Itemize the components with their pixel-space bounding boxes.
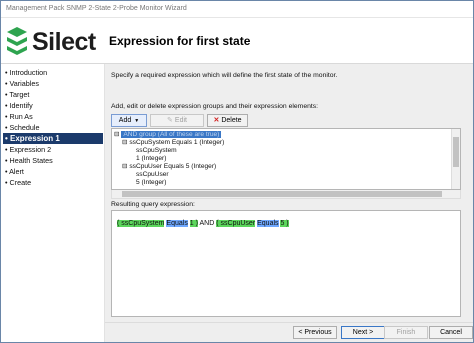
expr-token: 5 ) [280, 220, 289, 227]
expr-token: 1 ) [189, 220, 198, 227]
nav-item-introduction[interactable]: • Introduction [1, 67, 104, 78]
description-text: Specify a required expression which will… [111, 72, 338, 79]
title-bar: Management Pack SNMP 2-State 2-Probe Mon… [1, 1, 473, 18]
expr-token: Equals [166, 220, 188, 227]
expr-token: AND [199, 220, 215, 227]
scrollbar-thumb[interactable] [122, 191, 442, 197]
nav-item-expression-2[interactable]: • Expression 2 [1, 144, 104, 155]
tree-node-expression[interactable]: ⊟ ssCpuUser Equals 5 (Integer) [122, 163, 216, 171]
brand-name: Silect [32, 28, 96, 56]
delete-button-label: Delete [221, 117, 242, 124]
result-label: Resulting query expression: [111, 201, 195, 208]
window-title: Management Pack SNMP 2-State 2-Probe Mon… [6, 5, 187, 12]
previous-button[interactable]: < Previous [293, 326, 337, 339]
add-button[interactable]: Add ▼ [111, 114, 147, 127]
tree-leaf[interactable]: 5 (Integer) [136, 179, 166, 187]
tree-node-expression[interactable]: ⊟ ssCpuSystem Equals 1 (Integer) [122, 139, 224, 147]
tree-horizontal-scrollbar[interactable] [111, 190, 461, 199]
add-button-label: Add [118, 117, 132, 124]
delete-button[interactable]: ✕ Delete [207, 114, 248, 127]
scrollbar-thumb[interactable] [453, 137, 459, 167]
expression-tree[interactable]: ⊟ AND group (All of these are true) ⊟ ss… [111, 128, 461, 190]
edit-button-label: Edit [174, 117, 187, 124]
wizard-window: Management Pack SNMP 2-State 2-Probe Mon… [0, 0, 474, 343]
nav-item-alert[interactable]: • Alert [1, 166, 104, 177]
cancel-button[interactable]: Cancel [429, 326, 473, 339]
edit-button[interactable]: ✎ Edit [150, 114, 204, 127]
nav-item-schedule[interactable]: • Schedule [1, 122, 104, 133]
nav-item-target[interactable]: • Target [1, 89, 104, 100]
tree-leaf[interactable]: ssCpuSystem [136, 147, 177, 155]
expr-token: Equals [257, 220, 279, 227]
expr-token: ( ssCpuUser [216, 220, 256, 227]
nav-item-identify[interactable]: • Identify [1, 100, 104, 111]
groups-label: Add, edit or delete expression groups an… [111, 103, 319, 110]
tree-vertical-scrollbar[interactable] [451, 129, 460, 189]
pencil-icon: ✎ [167, 117, 173, 124]
wizard-nav: • Introduction • Variables • Target • Id… [1, 64, 105, 342]
header-banner: Silect Expression for first state [1, 18, 473, 64]
query-expression: ( ssCpuSystem Equals 1 ) AND ( ssCpuUser… [117, 220, 289, 228]
tree-node-label: ssCpuUser Equals 5 (Integer) [129, 163, 217, 170]
nav-item-create[interactable]: • Create [1, 177, 104, 188]
nav-item-run-as[interactable]: • Run As [1, 111, 104, 122]
chevron-down-icon: ▼ [134, 118, 140, 124]
finish-button[interactable]: Finish [384, 326, 428, 339]
tree-leaf[interactable]: ssCpuUser [136, 171, 169, 179]
page-title: Expression for first state [109, 34, 251, 48]
result-expression-box: ( ssCpuSystem Equals 1 ) AND ( ssCpuUser… [111, 210, 461, 317]
nav-item-health-states[interactable]: • Health States [1, 155, 104, 166]
red-x-icon: ✕ [213, 117, 220, 124]
next-button[interactable]: Next > [341, 326, 385, 339]
tree-node-label: AND group (All of these are true) [121, 131, 222, 138]
nav-item-variables[interactable]: • Variables [1, 78, 104, 89]
tree-node-label: ssCpuSystem Equals 1 (Integer) [129, 139, 225, 146]
expr-token: ( ssCpuSystem [117, 220, 165, 227]
main-panel: Specify a required expression which will… [105, 64, 473, 342]
nav-item-expression-1[interactable]: • Expression 1 [3, 133, 103, 144]
tree-leaf[interactable]: 1 (Integer) [136, 155, 166, 163]
wizard-footer: < Previous Next > Finish Cancel [105, 322, 473, 342]
tree-node-and-group[interactable]: ⊟ AND group (All of these are true) [114, 131, 222, 139]
silect-logo-icon [7, 27, 27, 55]
